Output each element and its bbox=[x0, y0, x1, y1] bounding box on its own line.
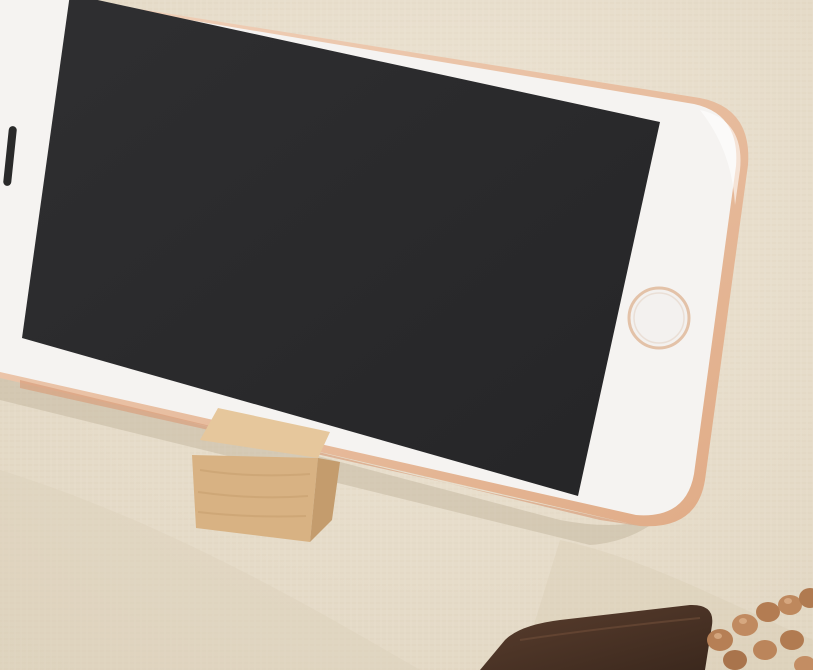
product-photo-scene bbox=[0, 0, 813, 670]
photo-illustration bbox=[0, 0, 813, 670]
home-button bbox=[627, 286, 691, 350]
cube-front-face bbox=[192, 455, 318, 542]
